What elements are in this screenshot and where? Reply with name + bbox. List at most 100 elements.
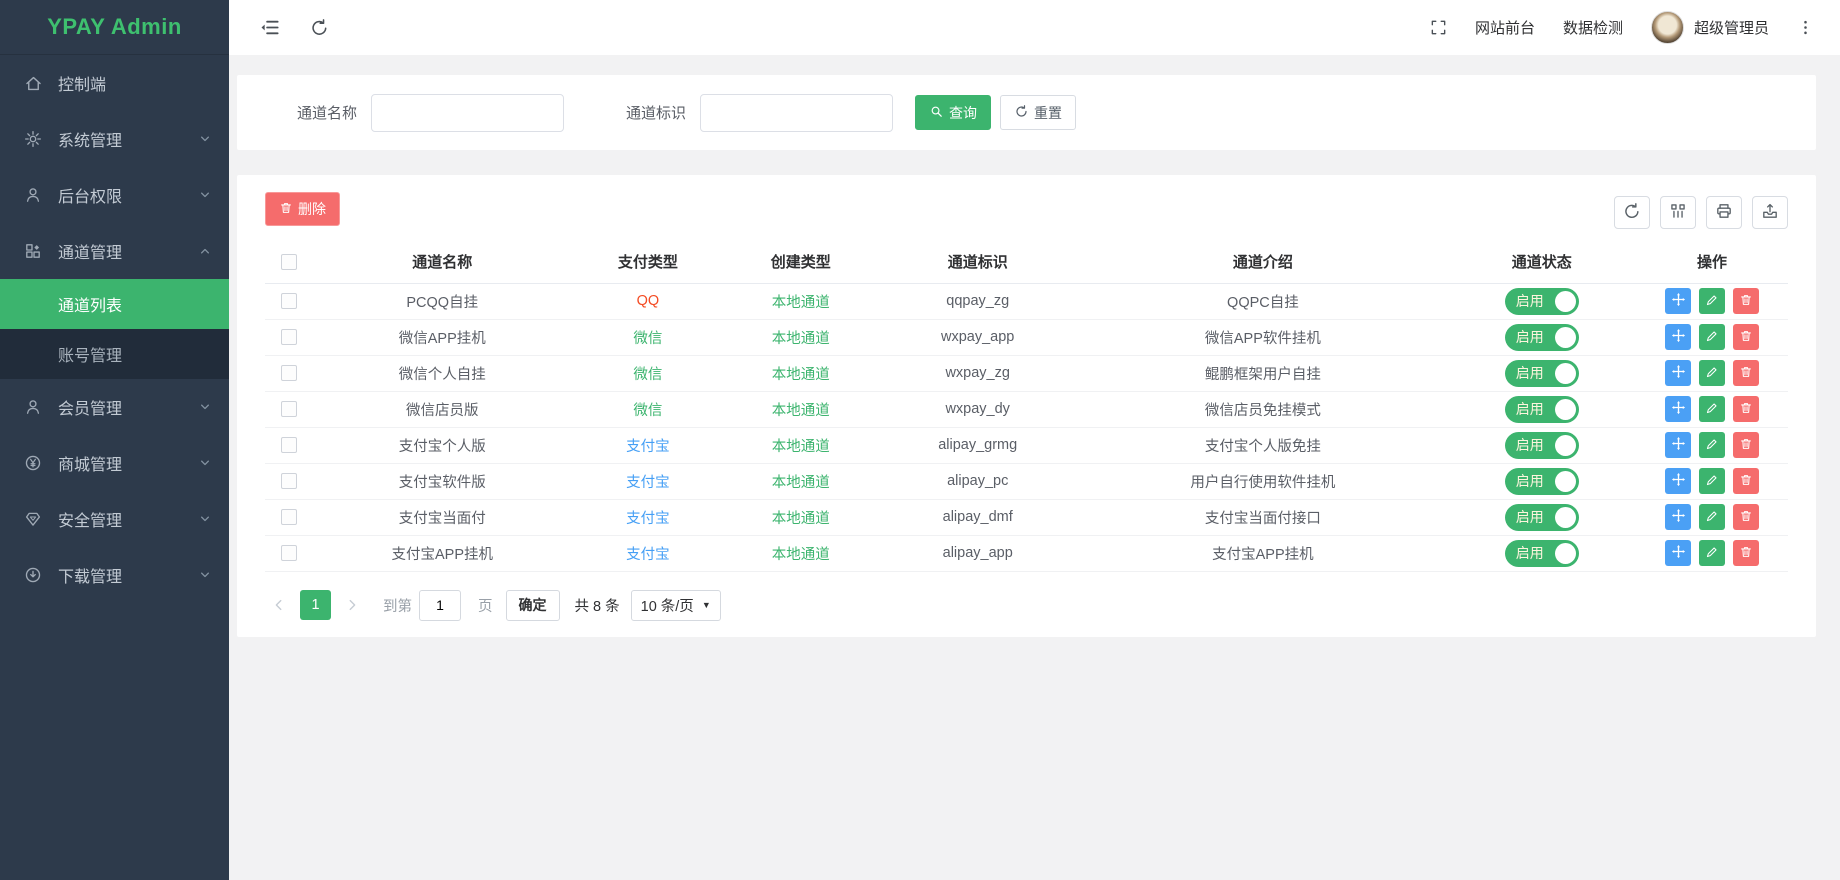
export-button[interactable]	[1752, 196, 1788, 229]
pay-type[interactable]: 支付宝	[626, 439, 670, 455]
move-row-button[interactable]	[1665, 468, 1691, 494]
pay-type[interactable]: QQ	[637, 293, 660, 309]
site-front-link[interactable]: 网站前台	[1475, 17, 1535, 38]
sidebar-item-security[interactable]: 安全管理	[0, 491, 229, 547]
pay-type[interactable]: 支付宝	[626, 511, 670, 527]
prev-page-button[interactable]	[265, 590, 293, 620]
pay-type[interactable]: 支付宝	[626, 475, 670, 491]
row-checkbox[interactable]	[281, 365, 297, 381]
jump-confirm-button[interactable]: 确定	[506, 590, 560, 621]
edit-row-button[interactable]	[1699, 324, 1725, 350]
next-page-button[interactable]	[338, 590, 366, 620]
channel-table-card: 删除 通道名称支付类型创建类型通道标识通道介绍通道状态操作 PCQQ自挂QQ本地…	[237, 175, 1816, 637]
page-number[interactable]: 1	[300, 590, 331, 620]
delete-row-button[interactable]	[1733, 432, 1759, 458]
print-button[interactable]	[1706, 196, 1742, 229]
delete-row-button[interactable]	[1733, 504, 1759, 530]
create-type[interactable]: 本地通道	[772, 511, 830, 527]
sidebar-item-mall[interactable]: 商城管理	[0, 435, 229, 491]
channel-name-input[interactable]	[371, 94, 564, 132]
sidebar-item-system[interactable]: 系统管理	[0, 111, 229, 167]
sidebar-item-console[interactable]: 控制端	[0, 55, 229, 111]
delete-row-button[interactable]	[1733, 468, 1759, 494]
user-menu[interactable]: 超级管理员	[1651, 11, 1769, 44]
select-all-checkbox[interactable]	[281, 254, 297, 270]
move-row-button[interactable]	[1665, 324, 1691, 350]
jump-page-input[interactable]	[419, 590, 461, 621]
pay-type[interactable]: 微信	[633, 367, 662, 383]
row-checkbox[interactable]	[281, 437, 297, 453]
move-row-button[interactable]	[1665, 504, 1691, 530]
delete-row-button[interactable]	[1733, 540, 1759, 566]
status-toggle[interactable]: 启用	[1505, 432, 1579, 459]
trash-icon	[1739, 365, 1753, 382]
delete-row-button[interactable]	[1733, 288, 1759, 314]
trash-icon	[1739, 545, 1753, 562]
data-monitor-link[interactable]: 数据检测	[1563, 17, 1623, 38]
create-type[interactable]: 本地通道	[772, 547, 830, 563]
create-type[interactable]: 本地通道	[772, 295, 830, 311]
edit-row-button[interactable]	[1699, 540, 1725, 566]
refresh-button[interactable]	[1614, 196, 1650, 229]
fullscreen-icon[interactable]	[1430, 19, 1447, 36]
status-toggle[interactable]: 启用	[1505, 324, 1579, 351]
create-type[interactable]: 本地通道	[772, 331, 830, 347]
sidebar-item-download[interactable]: 下载管理	[0, 547, 229, 603]
row-checkbox[interactable]	[281, 509, 297, 525]
move-icon	[1671, 364, 1686, 382]
row-checkbox[interactable]	[281, 329, 297, 345]
delete-row-button[interactable]	[1733, 396, 1759, 422]
move-row-button[interactable]	[1665, 288, 1691, 314]
status-toggle[interactable]: 启用	[1505, 396, 1579, 423]
columns-button[interactable]	[1660, 196, 1696, 229]
per-page-select[interactable]: 10 条/页 ▼	[631, 590, 721, 621]
edit-row-button[interactable]	[1699, 288, 1725, 314]
pay-type[interactable]: 微信	[633, 403, 662, 419]
sidebar-subitem-account-manage[interactable]: 账号管理	[0, 329, 229, 379]
delete-row-button[interactable]	[1733, 324, 1759, 350]
kebab-menu-icon[interactable]	[1797, 19, 1814, 36]
edit-row-button[interactable]	[1699, 396, 1725, 422]
edit-row-button[interactable]	[1699, 432, 1725, 458]
delete-row-button[interactable]	[1733, 360, 1759, 386]
sidebar-item-member[interactable]: 会员管理	[0, 379, 229, 435]
menu-fold-icon[interactable]	[259, 17, 280, 38]
move-row-button[interactable]	[1665, 540, 1691, 566]
sidebar-item-admin-auth[interactable]: 后台权限	[0, 167, 229, 223]
edit-row-button[interactable]	[1699, 360, 1725, 386]
move-row-button[interactable]	[1665, 360, 1691, 386]
reset-button[interactable]: 重置	[1000, 95, 1076, 130]
status-toggle[interactable]: 启用	[1505, 540, 1579, 567]
row-checkbox[interactable]	[281, 293, 297, 309]
sidebar-item-channel[interactable]: 通道管理	[0, 223, 229, 279]
channel-code-input[interactable]	[700, 94, 893, 132]
create-type[interactable]: 本地通道	[772, 439, 830, 455]
pay-type[interactable]: 支付宝	[626, 547, 670, 563]
move-row-button[interactable]	[1665, 432, 1691, 458]
edit-row-button[interactable]	[1699, 504, 1725, 530]
pay-type[interactable]: 微信	[633, 331, 662, 347]
edit-row-button[interactable]	[1699, 468, 1725, 494]
bulk-delete-button[interactable]: 删除	[265, 192, 340, 226]
channel-name: 支付宝软件版	[313, 463, 572, 499]
chevron-down-icon	[199, 189, 211, 201]
create-type[interactable]: 本地通道	[772, 475, 830, 491]
sidebar-subitem-channel-list[interactable]: 通道列表	[0, 279, 229, 329]
status-toggle[interactable]: 启用	[1505, 360, 1579, 387]
channel-intro: 微信APP软件挂机	[1078, 319, 1447, 355]
search-button[interactable]: 查询	[915, 95, 991, 130]
move-row-button[interactable]	[1665, 396, 1691, 422]
status-toggle[interactable]: 启用	[1505, 504, 1579, 531]
status-toggle[interactable]: 启用	[1505, 288, 1579, 315]
row-checkbox[interactable]	[281, 545, 297, 561]
refresh-page-icon[interactable]	[310, 18, 329, 37]
trash-icon	[1739, 329, 1753, 346]
create-type[interactable]: 本地通道	[772, 367, 830, 383]
status-toggle[interactable]: 启用	[1505, 468, 1579, 495]
channel-name: 微信APP挂机	[313, 319, 572, 355]
chevron-down-icon	[199, 133, 211, 145]
row-checkbox[interactable]	[281, 401, 297, 417]
main-area: 网站前台 数据检测 超级管理员 通道名称 通道标识 查询 重置	[229, 0, 1840, 880]
row-checkbox[interactable]	[281, 473, 297, 489]
create-type[interactable]: 本地通道	[772, 403, 830, 419]
